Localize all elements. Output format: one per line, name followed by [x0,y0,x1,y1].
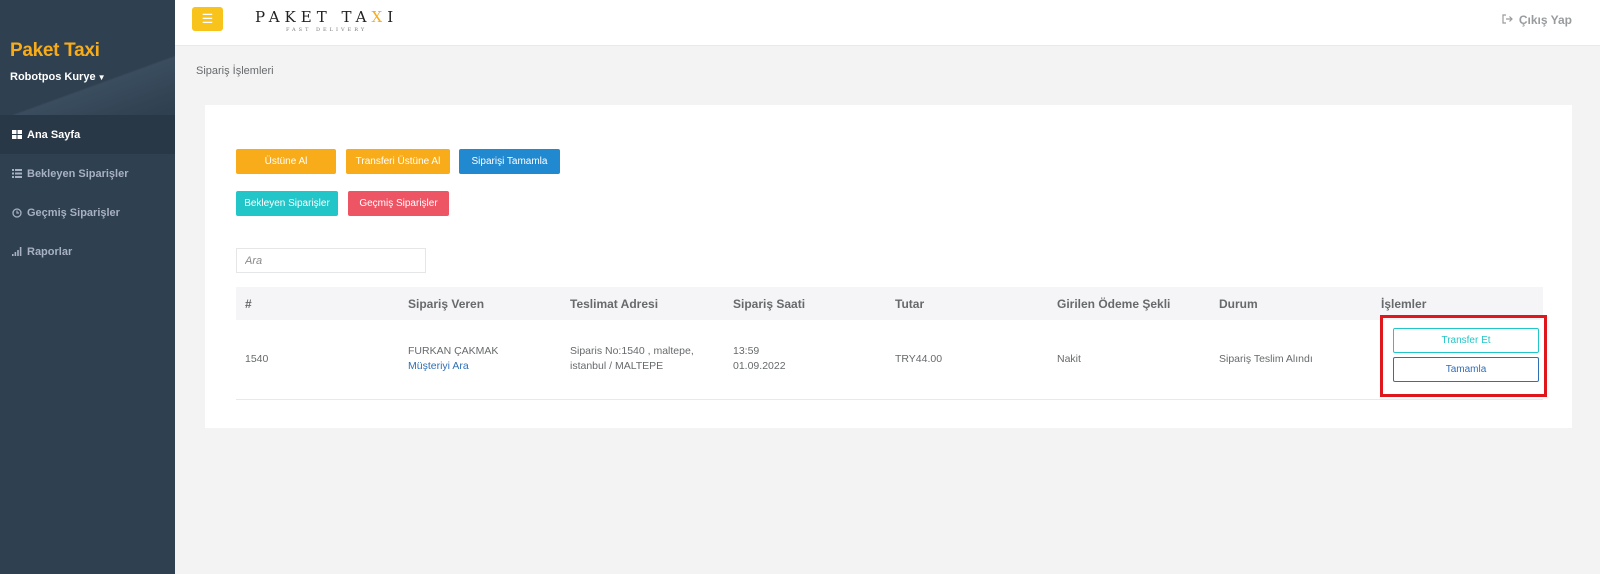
logout-label: Çıkış Yap [1518,13,1572,27]
logo-subtitle: FAST DELIVERY [286,27,368,33]
column-header: # [245,297,252,311]
column-header: Teslimat Adresi [570,297,659,311]
column-header: Sipariş Saati [733,297,806,311]
bekleyen-siparisler-button[interactable]: Bekleyen Siparişler [236,191,338,216]
user-name: Robotpos Kurye [10,71,96,83]
transfer-et-button[interactable]: Transfer Et [1393,328,1539,353]
column-header: Durum [1219,297,1258,311]
gecmis-siparisler-button[interactable]: Geçmiş Siparişler [348,191,449,216]
logout-link[interactable]: Çıkış Yap [1502,13,1572,27]
search-input[interactable] [236,248,426,273]
hamburger-icon: ☰ [201,11,214,26]
order-id: 1540 [245,353,269,365]
logo: PAKET TAXI FAST DELIVERY [255,8,398,33]
list-icon [10,169,24,178]
bar-chart-icon [10,247,24,256]
address-cell: Siparis No:1540 , maltepe, istanbul / MA… [570,345,694,372]
sign-out-icon [1502,13,1513,27]
sidebar-nav: Ana Sayfa Bekleyen Siparişler Geçmiş Sip… [0,115,175,271]
grid-icon [10,130,24,139]
sidebar: Paket Taxi Robotpos Kurye ▼ Ana Sayfa Be… [0,0,175,574]
customer-name: FURKAN ÇAKMAK [408,345,499,357]
sidebar-item-label: Bekleyen Siparişler [27,167,129,180]
table-header: # Sipariş Veren Teslimat Adresi Sipariş … [236,287,1543,320]
column-header: İşlemler [1381,297,1427,311]
logo-text: PAKET TAXI [255,8,399,26]
sidebar-item-bekleyen-siparisler[interactable]: Bekleyen Siparişler [0,154,175,193]
menu-toggle-button[interactable]: ☰ [192,7,223,31]
actions-highlight: Transfer Et Tamamla [1380,315,1547,397]
siparisi-tamamla-button[interactable]: Siparişi Tamamla [459,149,560,174]
sidebar-item-ana-sayfa[interactable]: Ana Sayfa [0,115,175,154]
payment-cell: Nakit [1057,353,1081,365]
caret-down-icon: ▼ [97,72,106,82]
status-cell: Sipariş Teslim Alındı [1219,353,1313,365]
sidebar-item-raporlar[interactable]: Raporlar [0,232,175,271]
ustune-al-button[interactable]: Üstüne Al [236,149,336,174]
sidebar-item-label: Ana Sayfa [27,128,81,141]
breadcrumb: Sipariş İşlemleri [196,65,274,77]
call-customer-link[interactable]: Müşteriyi Ara [408,359,498,374]
transferi-ustune-al-button[interactable]: Transferi Üstüne Al [346,149,450,174]
top-navbar: ☰ PAKET TAXI FAST DELIVERY Çıkış Yap [175,0,1600,46]
orders-panel: Üstüne Al Transferi Üstüne Al Siparişi T… [205,105,1572,428]
column-header: Sipariş Veren [408,297,485,311]
clock-icon [10,207,24,218]
sidebar-item-gecmis-siparisler[interactable]: Geçmiş Siparişler [0,193,175,232]
customer-cell: FURKAN ÇAKMAK Müşteriyi Ara [408,344,498,374]
sidebar-item-label: Raporlar [27,245,73,258]
amount-cell: TRY44.00 [895,353,943,365]
tamamla-button[interactable]: Tamamla [1393,357,1539,382]
table-row: 1540 FURKAN ÇAKMAK Müşteriyi Ara Siparis… [236,320,1543,400]
user-dropdown[interactable]: Robotpos Kurye ▼ [10,71,105,83]
order-time-cell: 13:59 01.09.2022 [733,345,786,372]
sidebar-item-label: Geçmiş Siparişler [27,206,120,219]
brand-title: Paket Taxi [10,40,100,61]
column-header: Girilen Ödeme Şekli [1057,297,1171,311]
column-header: Tutar [895,297,925,311]
